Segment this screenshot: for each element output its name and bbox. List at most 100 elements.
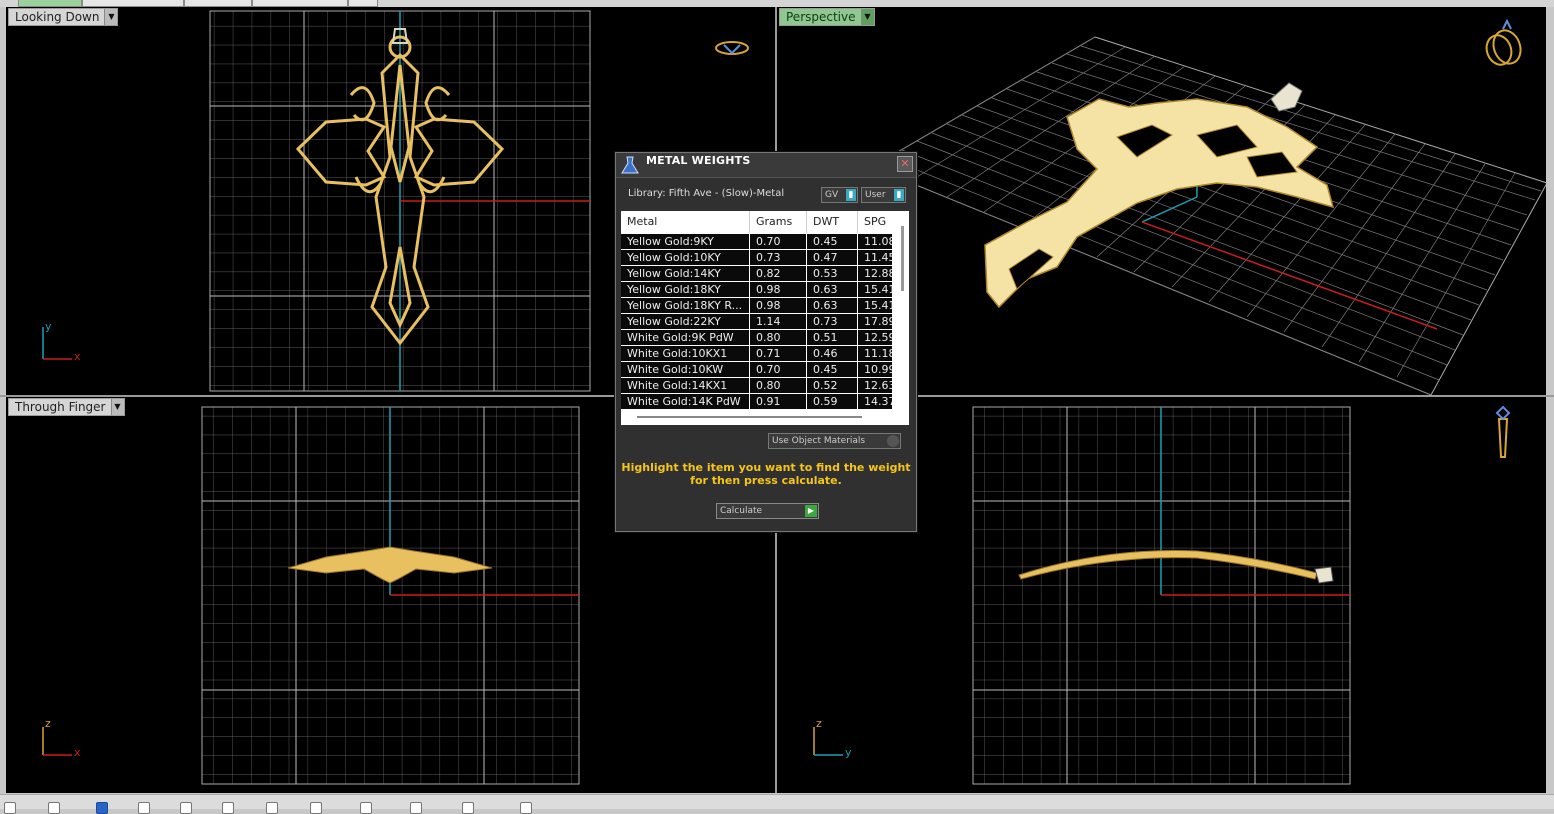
checkbox-2[interactable] [48, 802, 60, 814]
toggle-icon: ▮ [894, 189, 904, 201]
ring-view-icon [1485, 18, 1522, 66]
cell-dwt: 0.73 [807, 314, 858, 329]
dialog-titlebar[interactable]: METAL WEIGHTS ✕ [616, 153, 916, 178]
cell-spg: 15.41 [858, 298, 893, 313]
table-row[interactable]: Yellow Gold:18KY R... 0.98 0.63 15.41 [621, 298, 893, 314]
cell-metal: Yellow Gold:10KY [621, 250, 750, 265]
viewport-menu-through-finger[interactable]: Through Finger ▼ [8, 398, 125, 416]
cross-bail-perspective [1270, 82, 1303, 112]
axis-label-z: z [45, 717, 51, 730]
cell-dwt: 0.46 [807, 346, 858, 361]
cell-spg: 17.89 [858, 314, 893, 329]
vertical-scrollbar[interactable] [901, 226, 904, 291]
calculate-button[interactable]: Calculate ▶ [716, 503, 819, 519]
checkbox-3[interactable] [96, 802, 108, 814]
toggle-icon: ▮ [846, 189, 856, 201]
top-tab-strip [0, 0, 1554, 7]
metal-flask-icon [621, 156, 639, 174]
cell-grams: 0.70 [750, 362, 807, 377]
cell-metal: White Gold:10KW [621, 362, 750, 377]
cell-metal: Yellow Gold:18KY [621, 282, 750, 297]
table-row[interactable]: White Gold:9K PdW 0.80 0.51 12.59 [621, 330, 893, 346]
library-label: Library: Fifth Ave - (Slow)-Metal [628, 188, 785, 199]
cell-dwt: 0.45 [807, 234, 858, 249]
cell-metal: Yellow Gold:9KY [621, 234, 750, 249]
table-row[interactable]: Yellow Gold:9KY 0.70 0.45 11.08 [621, 234, 893, 250]
cell-dwt: 0.63 [807, 282, 858, 297]
cell-spg: 15.41 [858, 282, 893, 297]
cell-grams: 0.91 [750, 394, 807, 409]
top-tab-2[interactable] [82, 0, 184, 7]
cell-grams: 0.98 [750, 298, 807, 313]
table-row[interactable]: Yellow Gold:22KY 1.14 0.73 17.89 [621, 314, 893, 330]
viewport-title: Through Finger [15, 400, 106, 414]
use-object-materials-button[interactable]: Use Object Materials [768, 433, 901, 449]
radio-icon [887, 435, 899, 447]
checkbox-5[interactable] [180, 802, 192, 814]
bottom-toolbar [0, 794, 1554, 814]
viewport-title: Perspective [786, 10, 856, 24]
cell-grams: 0.98 [750, 282, 807, 297]
table-header: Metal Grams DWT SPG [621, 211, 893, 233]
chevron-down-icon[interactable]: ▼ [110, 399, 124, 415]
table-row[interactable]: Yellow Gold:18KY 0.98 0.63 15.41 [621, 282, 893, 298]
metal-weights-dialog: METAL WEIGHTS ✕ Library: Fifth Ave - (Sl… [615, 152, 917, 532]
chevron-down-icon[interactable]: ▼ [104, 9, 118, 25]
cell-spg: 11.08 [858, 234, 893, 249]
table-row[interactable]: Yellow Gold:10KY 0.73 0.47 11.45 [621, 250, 893, 266]
checkbox-1[interactable] [4, 802, 16, 814]
axis-label-z: z [816, 717, 822, 730]
checkbox-9[interactable] [360, 802, 372, 814]
cell-grams: 0.71 [750, 346, 807, 361]
col-header-grams[interactable]: Grams [750, 211, 807, 233]
viewport-menu-perspective[interactable]: Perspective ▼ [779, 8, 875, 26]
checkbox-10[interactable] [410, 802, 422, 814]
cell-metal: White Gold:9K PdW [621, 330, 750, 345]
table-row[interactable]: White Gold:10KW 0.70 0.45 10.99 [621, 362, 893, 378]
ring-view-icon [715, 41, 749, 55]
axis-indicator-bottom-right [813, 727, 843, 756]
col-header-metal[interactable]: Metal [621, 211, 750, 233]
cell-grams: 0.70 [750, 234, 807, 249]
cell-spg: 11.18 [858, 346, 893, 361]
gv-toggle[interactable]: GV ▮ [821, 187, 858, 203]
checkbox-6[interactable] [222, 802, 234, 814]
metal-table[interactable]: Metal Grams DWT SPG Yellow Gold:9KY 0.70 0… [621, 211, 909, 425]
table-row[interactable]: White Gold:10KX1 0.71 0.46 11.18 [621, 346, 893, 362]
checkbox-7[interactable] [266, 802, 278, 814]
viewport-menu-looking-down[interactable]: Looking Down ▼ [8, 8, 119, 26]
col-header-dwt[interactable]: DWT [807, 211, 858, 233]
top-tab-4[interactable] [252, 0, 348, 7]
close-button[interactable]: ✕ [897, 156, 913, 172]
cell-dwt: 0.45 [807, 362, 858, 377]
cell-spg: 10.99 [858, 362, 893, 377]
cell-metal: White Gold:14KX1 [621, 378, 750, 393]
cell-metal: White Gold:10KX1 [621, 346, 750, 361]
checkbox-4[interactable] [138, 802, 150, 814]
checkbox-11[interactable] [462, 802, 474, 814]
top-tab-3[interactable] [184, 0, 252, 7]
top-tab-5[interactable] [348, 0, 378, 7]
checkbox-8[interactable] [310, 802, 322, 814]
cell-metal: Yellow Gold:14KY [621, 266, 750, 281]
cell-dwt: 0.53 [807, 266, 858, 281]
user-toggle[interactable]: User ▮ [861, 187, 906, 203]
axis-label-y: y [845, 746, 852, 759]
dialog-title: METAL WEIGHTS [646, 154, 751, 167]
cell-dwt: 0.52 [807, 378, 858, 393]
cell-grams: 0.80 [750, 378, 807, 393]
perspective-grid [870, 36, 1546, 395]
table-row[interactable]: White Gold:14KX1 0.80 0.52 12.63 [621, 378, 893, 394]
cell-spg: 12.88 [858, 266, 893, 281]
top-tab-1[interactable] [18, 0, 82, 7]
table-row[interactable]: White Gold:14K PdW 0.91 0.59 14.37 [621, 394, 893, 410]
checkbox-12[interactable] [520, 802, 532, 814]
horizontal-scrollbar[interactable] [637, 416, 862, 418]
chevron-down-icon[interactable]: ▼ [860, 9, 874, 25]
use-object-materials-label: Use Object Materials [772, 436, 866, 446]
user-label: User [865, 190, 886, 200]
cell-grams: 1.14 [750, 314, 807, 329]
cell-dwt: 0.51 [807, 330, 858, 345]
table-row[interactable]: Yellow Gold:14KY 0.82 0.53 12.88 [621, 266, 893, 282]
col-header-spg[interactable]: SPG [858, 211, 893, 233]
